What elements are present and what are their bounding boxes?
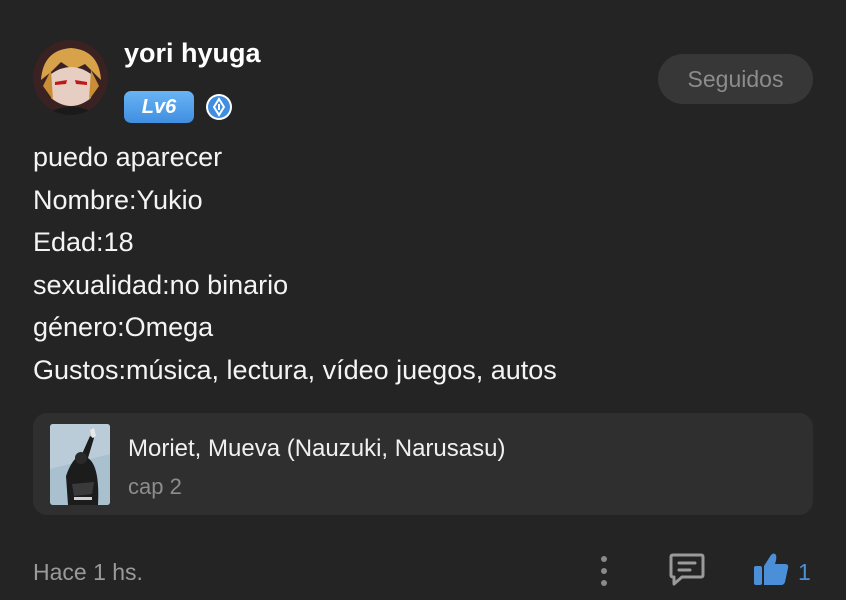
more-vertical-icon[interactable] xyxy=(594,554,614,588)
post-body: puedo aparecer Nombre:Yukio Edad:18 sexu… xyxy=(33,136,813,391)
verified-badge-icon xyxy=(206,94,232,120)
story-chapter: cap 2 xyxy=(128,474,182,499)
author-username[interactable]: yori hyuga xyxy=(124,38,261,69)
like-count: 1 xyxy=(798,559,811,585)
post-line: Edad:18 xyxy=(33,227,134,257)
avatar-image xyxy=(33,40,108,115)
post-line: puedo aparecer xyxy=(33,142,223,172)
story-title: Moriet, Mueva (Nauzuki, Narusasu) xyxy=(128,435,506,462)
thumbs-up-icon[interactable] xyxy=(752,551,790,587)
comment-icon[interactable] xyxy=(668,551,706,587)
post-line: Gustos:música, lectura, vídeo juegos, au… xyxy=(33,354,557,385)
story-cover-image xyxy=(50,424,110,505)
post-timestamp: Hace 1 hs. xyxy=(33,559,143,585)
post-line: sexualidad:no binario xyxy=(33,269,289,300)
level-badge: Lv6 xyxy=(124,91,194,123)
post-line: género:Omega xyxy=(33,312,214,342)
avatar[interactable] xyxy=(33,40,108,115)
post-line: Nombre:Yukio xyxy=(33,184,203,215)
following-button[interactable]: Seguidos xyxy=(658,54,813,104)
linked-story-card[interactable]: Moriet, Mueva (Nauzuki, Narusasu) cap 2 xyxy=(33,413,813,515)
